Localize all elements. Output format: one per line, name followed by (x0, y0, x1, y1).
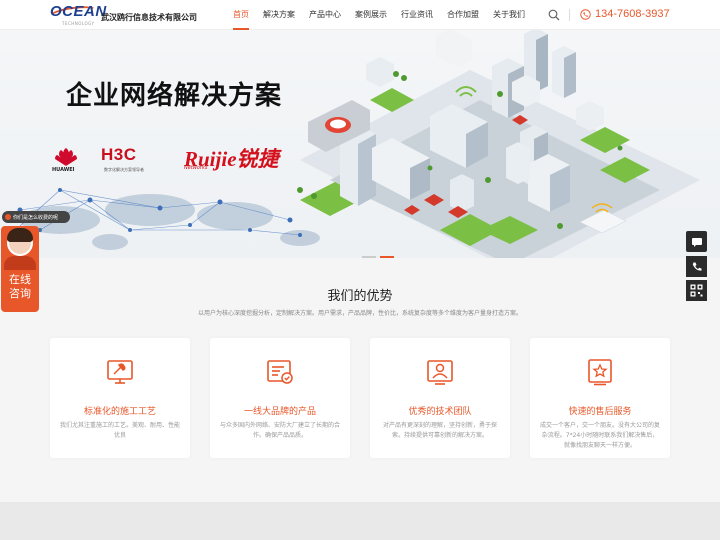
advantage-title: 快速的售后服务 (568, 407, 632, 417)
advantage-desc: 与众多国内外网络、安防大厂建立了长期的合作。确保产品品质。 (220, 422, 341, 439)
team-icon (427, 360, 453, 385)
advantage-desc: 我们尤其注重施工的工艺。美观、耐用、性能优良 (60, 422, 181, 439)
search-icon[interactable] (548, 9, 560, 21)
advantages-subtitle: 以用户为核心深度挖掘分析，定制解决方案。用户需求，产品品牌，性价比，系统复杂度等… (197, 310, 522, 317)
logo[interactable]: OCEAN TECHNOLOGY 武汉鸥行信息技术有限公司 (47, 3, 210, 27)
banner-pagination (362, 243, 398, 258)
logo-subtext: TECHNOLOGY (62, 21, 95, 26)
qrcode-icon (690, 284, 703, 297)
company-name: 武汉鸥行信息技术有限公司 (101, 13, 197, 22)
page: OCEAN TECHNOLOGY 武汉鸥行信息技术有限公司 首页 解决方案 产品… (0, 0, 720, 540)
site-header: OCEAN TECHNOLOGY 武汉鸥行信息技术有限公司 首页 解决方案 产品… (0, 0, 720, 30)
h3c-tagline: 数字化解决方案领导者 (104, 167, 144, 172)
nav-item-products[interactable]: 产品中心 (302, 0, 348, 30)
consult-label-line2: 咨询 (9, 287, 31, 300)
nav-item-news[interactable]: 行业资讯 (394, 0, 440, 30)
ruijie-tagline: Networks (184, 165, 208, 171)
banner-title: 企业网络解决方案 (66, 81, 283, 111)
chat-preview-bubble[interactable]: 你们是怎么收费的呢 (2, 211, 70, 223)
advantage-card[interactable]: 一线大品牌的产品 与众多国内外网络、安防大厂建立了长期的合作。确保产品品质。 (210, 338, 350, 458)
chat-bubble-icon (5, 214, 11, 220)
agent-hair (7, 228, 33, 242)
advantage-title: 标准化的施工工艺 (83, 407, 156, 417)
advantage-title: 一线大品牌的产品 (243, 407, 316, 417)
advantage-card[interactable]: 优秀的技术团队 对产品有更深刻的理解，坚持创新，勇于探索。持续提供可靠创新的解决… (370, 338, 510, 458)
service-star-icon (588, 359, 612, 386)
huawei-wordmark: HUAWEI (52, 167, 75, 173)
online-consult-button[interactable]: 在线 咨询 (1, 226, 39, 312)
online-consult-label: 在线 咨询 (1, 273, 39, 301)
hero-banner: 企业网络解决方案 HUAWEI H3C 数字化解决方案领导者 Ruijie锐捷 … (0, 30, 720, 258)
nav-item-partner[interactable]: 合作加盟 (440, 0, 486, 30)
consult-label-line1: 在线 (9, 273, 31, 286)
brand-list-icon (267, 360, 293, 384)
huawei-logo: HUAWEI (52, 147, 82, 173)
next-section-strip (0, 502, 720, 540)
huawei-petal-icon (55, 148, 77, 166)
advantage-desc: 对产品有更深刻的理解，坚持创新，勇于探索。持续提供可靠创新的解决方案。 (382, 422, 497, 439)
advantages-title: 我们的优势 (327, 289, 393, 304)
advantage-title: 优秀的技术团队 (408, 407, 472, 417)
chat-preview-text: 你们是怎么收费的呢 (13, 214, 59, 221)
advantage-card[interactable]: 快速的售后服务 成交一个客户，交一个朋友。没有大公司的复杂流程。7*24小时随时… (530, 338, 670, 458)
logo-word: OCEAN (50, 3, 107, 20)
h3c-logo: H3C (101, 145, 137, 164)
phone-icon (692, 262, 701, 271)
float-qrcode-button[interactable] (686, 280, 707, 301)
main-nav: 首页 解决方案 产品中心 案例展示 行业资讯 合作加盟 关于我们 (226, 0, 532, 30)
nav-item-cases[interactable]: 案例展示 (348, 0, 394, 30)
advantages-section: 我们的优势 以用户为核心深度挖掘分析，定制解决方案。用户需求，产品品牌，性价比，… (0, 258, 720, 502)
advantage-desc: 成交一个客户，交一个朋友。没有大公司的复杂流程。7*24小时随时联系我们解决售后… (540, 422, 661, 449)
phone-number[interactable]: 134-7608-3937 (595, 8, 670, 20)
banner-illustration (8, 30, 700, 258)
agent-body (4, 256, 36, 270)
float-phone-button[interactable] (686, 256, 707, 277)
tools-icon (107, 360, 133, 384)
nav-item-solutions[interactable]: 解决方案 (256, 0, 302, 30)
advantage-card[interactable]: 标准化的施工工艺 我们尤其注重施工的工艺。美观、耐用、性能优良 (50, 338, 190, 458)
header-divider (569, 9, 570, 21)
phone-icon (580, 9, 591, 20)
nav-item-home[interactable]: 首页 (226, 0, 256, 30)
chat-icon (691, 237, 702, 247)
nav-item-about[interactable]: 关于我们 (486, 0, 532, 30)
float-chat-button[interactable] (686, 231, 707, 252)
